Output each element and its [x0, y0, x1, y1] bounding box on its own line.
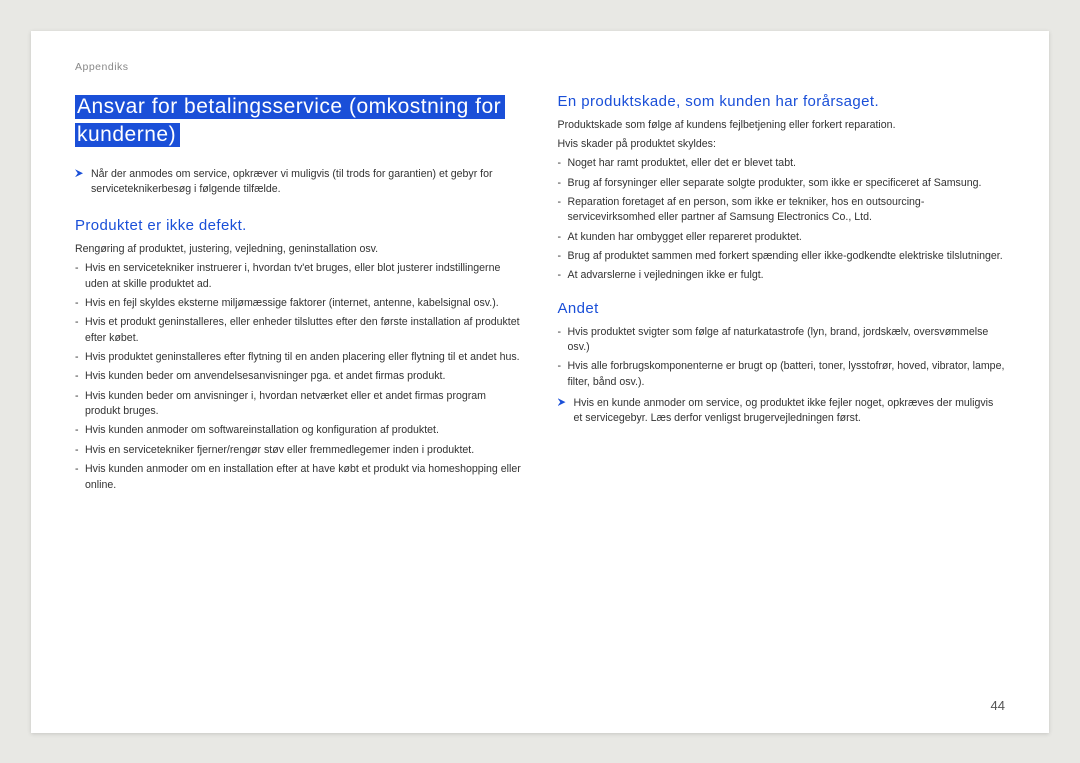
lead-text: Hvis skader på produktet skyldes: — [558, 137, 1006, 152]
list-item: Noget har ramt produktet, eller det er b… — [558, 156, 1006, 171]
right-column: En produktskade, som kunden har forårsag… — [558, 93, 1006, 497]
list-item: Hvis produktet geninstalleres efter flyt… — [75, 350, 523, 365]
list-item: Hvis kunden anmoder om en installation e… — [75, 462, 523, 493]
section-header: Appendiks — [75, 61, 1005, 73]
lead-text: Rengøring af produktet, justering, vejle… — [75, 242, 523, 257]
content-columns: Ansvar for betalingsservice (omkostning … — [75, 93, 1005, 497]
list-item: Hvis produktet svigter som følge af natu… — [558, 325, 1006, 356]
list-item: At advarslerne i vejledningen ikke er fu… — [558, 268, 1006, 283]
list-item: Hvis alle forbrugskomponenterne er brugt… — [558, 359, 1006, 390]
main-title: Ansvar for betalingsservice (omkostning … — [75, 95, 505, 147]
list-item: Hvis en servicetekniker instruerer i, hv… — [75, 261, 523, 292]
subheading-customer-damage: En produktskade, som kunden har forårsag… — [558, 93, 1006, 110]
list-other: Hvis produktet svigter som følge af natu… — [558, 325, 1006, 390]
subheading-not-defect: Produktet er ikke defekt. — [75, 217, 523, 234]
main-title-wrap: Ansvar for betalingsservice (omkostning … — [75, 93, 523, 150]
list-item: Hvis en servicetekniker fjerner/rengør s… — [75, 443, 523, 458]
intro-note: Når der anmodes om service, opkræver vi … — [75, 167, 523, 197]
list-customer-damage: Noget har ramt produktet, eller det er b… — [558, 156, 1006, 284]
list-item: Reparation foretaget af en person, som i… — [558, 195, 1006, 226]
list-item: Brug af produktet sammen med forkert spæ… — [558, 249, 1006, 264]
list-item: Hvis kunden beder om anvendelsesanvisnin… — [75, 369, 523, 384]
list-item: Hvis en fejl skyldes eksterne miljømæssi… — [75, 296, 523, 311]
closing-note: Hvis en kunde anmoder om service, og pro… — [558, 396, 1006, 426]
list-item: At kunden har ombygget eller repareret p… — [558, 230, 1006, 245]
list-not-defect: Hvis en servicetekniker instruerer i, hv… — [75, 261, 523, 493]
list-item: Hvis kunden anmoder om softwareinstallat… — [75, 423, 523, 438]
list-item: Hvis kunden beder om anvisninger i, hvor… — [75, 389, 523, 420]
lead-text: Produktskade som følge af kundens fejlbe… — [558, 118, 1006, 133]
document-page: Appendiks Ansvar for betalingsservice (o… — [31, 31, 1049, 733]
left-column: Ansvar for betalingsservice (omkostning … — [75, 93, 523, 497]
list-item: Brug af forsyninger eller separate solgt… — [558, 176, 1006, 191]
page-number: 44 — [991, 698, 1005, 713]
list-item: Hvis et produkt geninstalleres, eller en… — [75, 315, 523, 346]
subheading-other: Andet — [558, 300, 1006, 317]
